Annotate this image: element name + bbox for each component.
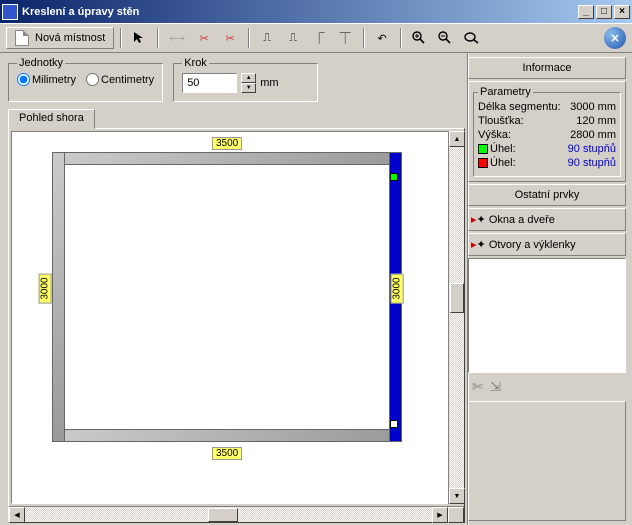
dimension-top: 3500	[212, 137, 242, 150]
angle2-value[interactable]: 90 stupňů	[568, 157, 616, 169]
wall-tool-4-button[interactable]: ⏉	[333, 27, 357, 49]
cut-icon[interactable]: ✄	[472, 379, 483, 394]
other-elements-header: Ostatní prvky	[468, 184, 626, 206]
dimension-left: 3000	[39, 273, 52, 303]
windows-doors-link[interactable]: ▸✦ Okna a dveře	[468, 208, 626, 231]
angle1-label: Úhel:	[490, 143, 516, 155]
step-fieldset: Krok ▲ ▼ mm	[173, 57, 318, 102]
window-title: Kreslení a úpravy stěn	[22, 6, 578, 18]
openings-link[interactable]: ▸✦ Otvory a výklenky	[468, 233, 626, 256]
line-tool-1-button[interactable]: ⟷	[164, 27, 190, 49]
zoom-out-button[interactable]	[433, 27, 457, 49]
zoom-fit-button[interactable]	[459, 27, 485, 49]
undo-button[interactable]: ↶	[370, 27, 394, 49]
units-mm-radio[interactable]	[17, 73, 30, 86]
height-label: Výška:	[478, 129, 511, 141]
zoom-in-button[interactable]	[407, 27, 431, 49]
arrow-icon: ▸	[471, 214, 477, 226]
units-legend: Jednotky	[17, 57, 65, 69]
wall-tool-3-button[interactable]: ⎾	[307, 27, 331, 49]
app-icon	[2, 4, 18, 20]
angle1-color-icon	[478, 144, 488, 154]
document-icon	[15, 30, 29, 46]
handle-top[interactable]	[390, 173, 398, 181]
wall-left[interactable]	[52, 152, 65, 442]
parameters-legend: Parametry	[478, 86, 533, 98]
wall-tool-1-button[interactable]: ⎍	[255, 27, 279, 49]
scroll-corner	[448, 507, 464, 523]
step-legend: Krok	[182, 57, 209, 69]
close-button[interactable]: ×	[614, 5, 630, 19]
dimension-bottom: 3500	[212, 447, 242, 460]
dimension-right: 3000	[391, 273, 404, 303]
segment-length-label: Délka segmentu:	[478, 101, 561, 113]
detail-panel	[468, 258, 626, 373]
scroll-left-button[interactable]: ◀	[9, 507, 25, 523]
pointer-tool-button[interactable]	[127, 27, 151, 49]
action-icons-row: ✄ ⇲	[468, 375, 626, 399]
wall-top[interactable]	[52, 152, 402, 165]
units-mm-option[interactable]: Milimetry	[17, 73, 76, 86]
step-up-button[interactable]: ▲	[241, 73, 256, 83]
angle2-color-icon	[478, 158, 488, 168]
scroll-down-button[interactable]: ▼	[449, 488, 465, 504]
thickness-value: 120 mm	[576, 115, 616, 127]
step-input[interactable]	[182, 73, 237, 93]
wall-tool-2-button[interactable]: ⎍	[281, 27, 305, 49]
handle-bottom[interactable]	[390, 420, 398, 428]
horizontal-scrollbar[interactable]: ◀ ▶	[9, 506, 464, 522]
line-tool-3-button[interactable]: ✂	[218, 27, 242, 49]
line-tool-2-button[interactable]: ✂	[192, 27, 216, 49]
thickness-label: Tloušťka:	[478, 115, 524, 127]
canvas-viewport: 3500 3500 3000 3000 ▲ ▼ ◀ ▶	[8, 128, 465, 523]
scroll-up-button[interactable]: ▲	[449, 131, 465, 147]
scroll-right-button[interactable]: ▶	[432, 507, 448, 523]
drawing-canvas[interactable]: 3500 3500 3000 3000	[11, 131, 462, 504]
height-value: 2800 mm	[570, 129, 616, 141]
parameters-panel: Parametry Délka segmentu: 3000 mm Tloušťk…	[468, 81, 626, 182]
vertical-scrollbar[interactable]: ▲ ▼	[448, 131, 464, 504]
step-down-button[interactable]: ▼	[241, 83, 256, 93]
v-scroll-thumb[interactable]	[450, 283, 464, 313]
minimize-button[interactable]: _	[578, 5, 594, 19]
split-icon[interactable]: ⇲	[490, 379, 501, 394]
tab-top-view[interactable]: Pohled shora	[8, 109, 95, 129]
h-scroll-thumb[interactable]	[208, 508, 238, 522]
angle2-label: Úhel:	[490, 157, 516, 169]
units-fieldset: Jednotky Milimetry Centimetry	[8, 57, 163, 102]
arrow-icon: ▸	[471, 239, 477, 251]
toolbar-close-button[interactable]: ✕	[604, 27, 626, 49]
angle1-value[interactable]: 90 stupňů	[568, 143, 616, 155]
room-outline	[52, 152, 402, 442]
titlebar: Kreslení a úpravy stěn _ □ ×	[0, 0, 632, 23]
maximize-button[interactable]: □	[596, 5, 612, 19]
wall-bottom[interactable]	[52, 429, 402, 442]
bottom-panel	[468, 401, 626, 521]
info-header: Informace	[468, 57, 626, 79]
new-room-button[interactable]: Nová místnost	[6, 27, 114, 49]
main-toolbar: Nová místnost ⟷ ✂ ✂ ⎍ ⎍ ⎾ ⏉ ↶ ✕	[0, 23, 632, 53]
units-cm-option[interactable]: Centimetry	[86, 73, 154, 86]
segment-length-value: 3000 mm	[570, 101, 616, 113]
new-room-label: Nová místnost	[35, 32, 105, 44]
step-unit: mm	[260, 77, 278, 89]
units-cm-radio[interactable]	[86, 73, 99, 86]
